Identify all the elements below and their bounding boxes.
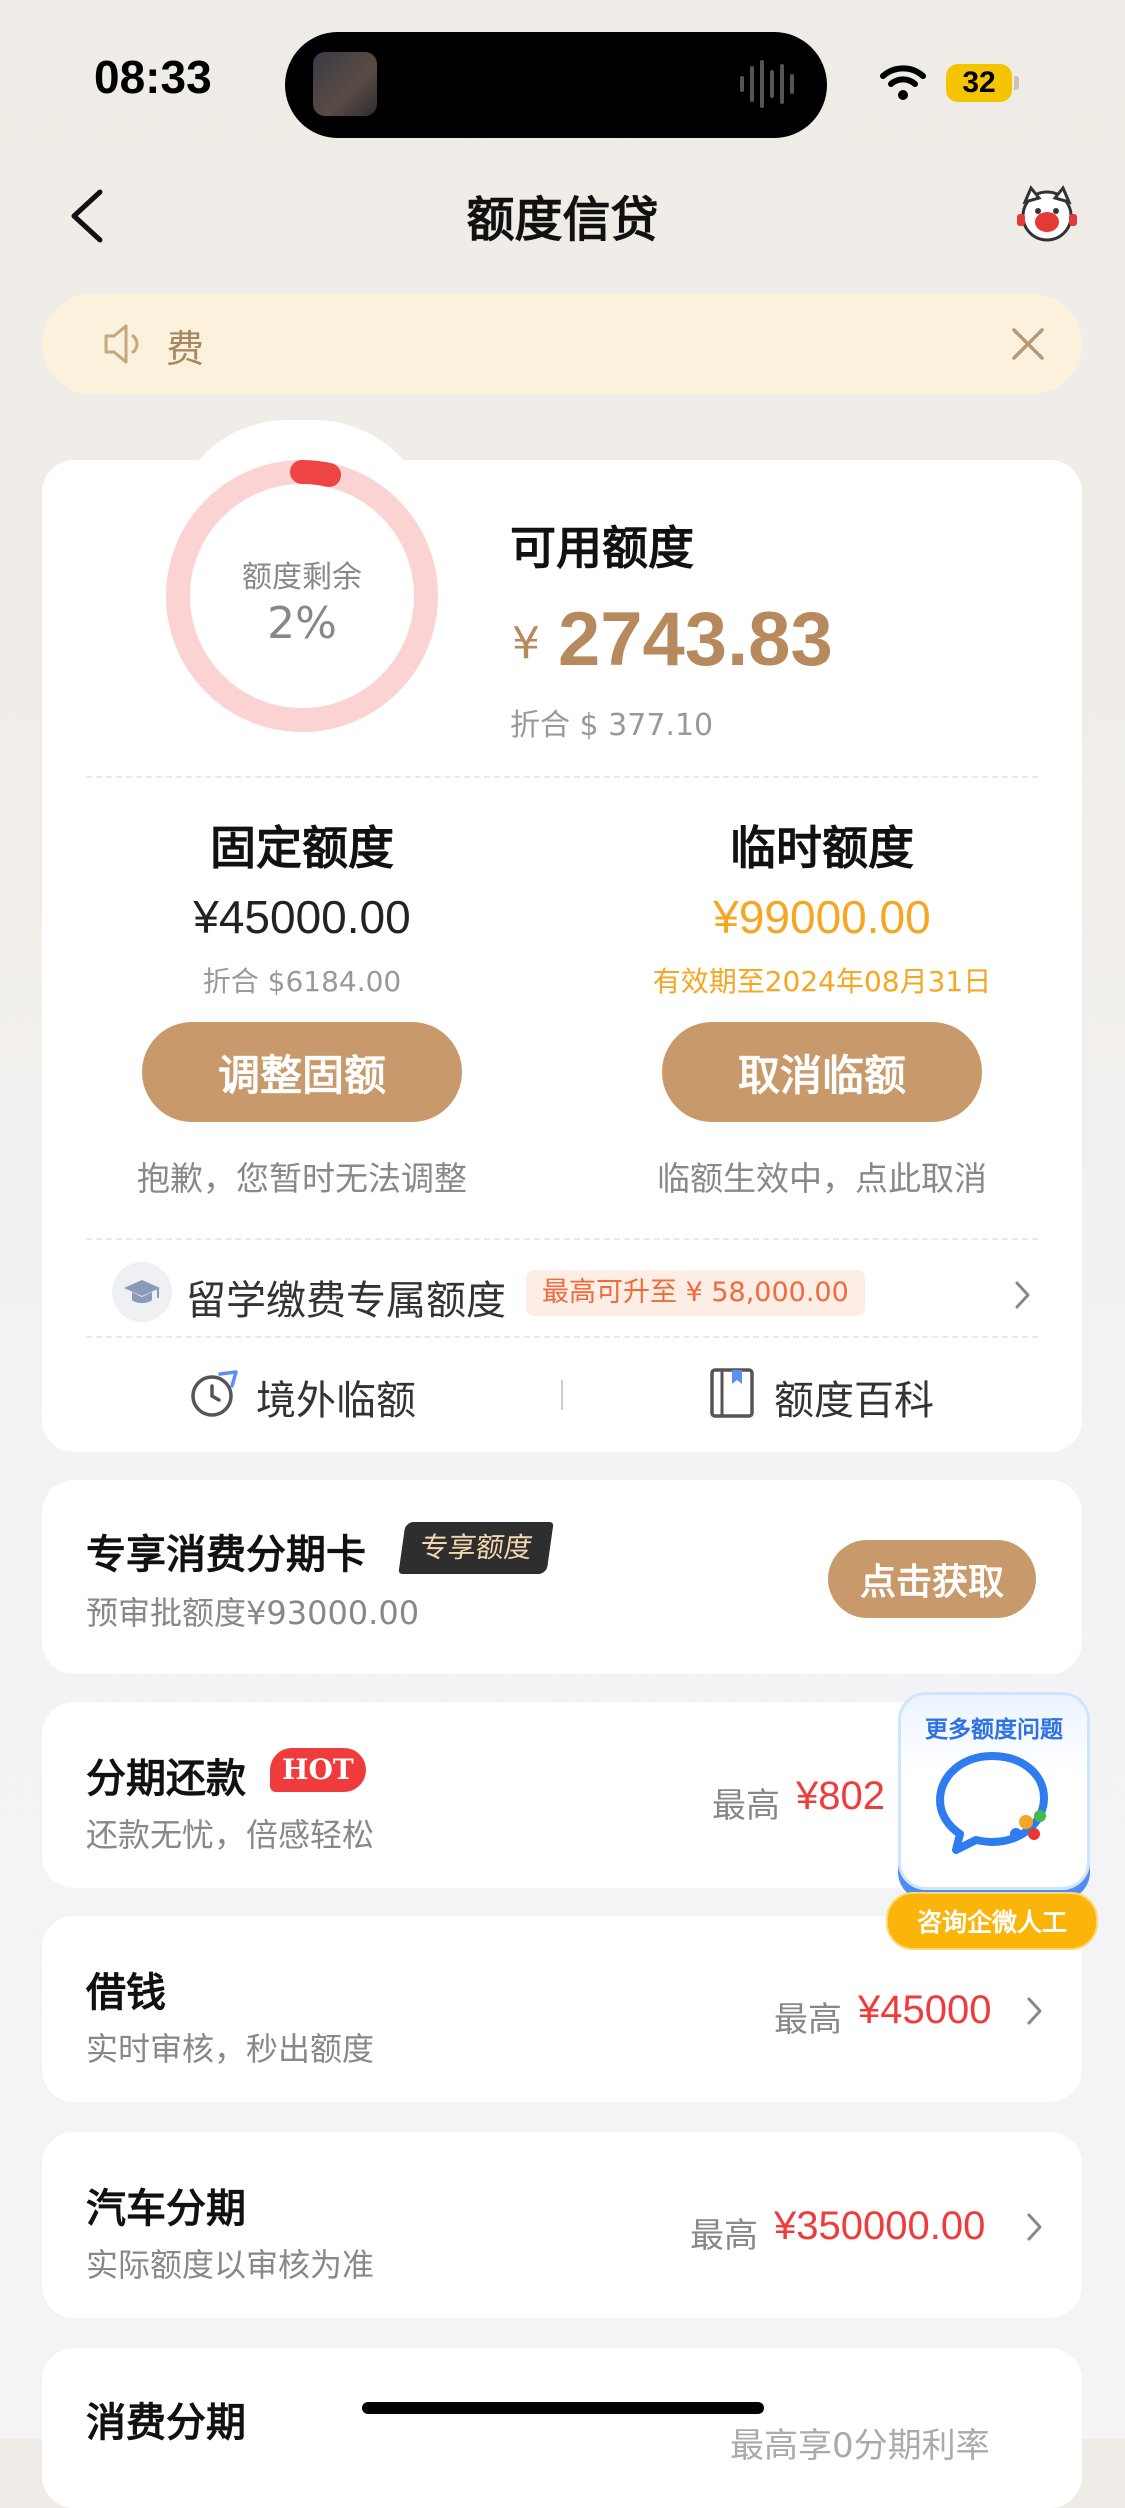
fixed-credit-amount: ¥45000.00: [193, 891, 411, 943]
product-title: 消费分期: [86, 2400, 246, 2446]
mascot-service-icon[interactable]: [1013, 184, 1081, 244]
overseas-clock-icon: [191, 1370, 238, 1417]
tools-separator: [561, 1380, 563, 1410]
product-max-amount: ¥802: [796, 1774, 885, 1818]
chevron-right-icon[interactable]: [1024, 2210, 1046, 2244]
consult-title: 更多额度问题: [925, 1717, 1063, 1743]
page-title: 额度信贷: [466, 192, 659, 248]
temp-credit-validity: 有效期至2024年08月31日: [652, 965, 992, 998]
study-abroad-credit-label[interactable]: 留学缴费专属额度: [186, 1268, 506, 1326]
product-title: 汽车分期: [86, 2186, 246, 2232]
adjust-fixed-button[interactable]: 调整固额: [142, 1022, 462, 1122]
home-indicator[interactable]: [362, 2402, 764, 2414]
hot-badge: HOT: [270, 1748, 366, 1792]
cancel-temp-button[interactable]: 取消临额: [662, 1022, 982, 1122]
product-extra: 最高享0分期利率: [730, 2426, 990, 2466]
available-credit-amount: 2743.83: [558, 597, 833, 682]
available-currency-symbol: ¥: [512, 618, 540, 669]
available-credit-usd: 折合 $ 377.10: [510, 708, 714, 743]
ring-label: 额度剩余: [242, 560, 362, 595]
product-subtitle: 还款无忧，倍感轻松: [86, 1816, 375, 1854]
notice-text: 费: [166, 327, 205, 371]
product-subtitle: 实时审核，秒出额度: [86, 2030, 375, 2068]
battery-indicator: 32: [946, 64, 1012, 102]
book-icon: [710, 1368, 754, 1418]
graduation-cap-icon: [112, 1262, 172, 1322]
exclusive-card-title: 专享消费分期卡: [86, 1532, 366, 1578]
product-title: 分期还款: [86, 1756, 246, 1802]
study-abroad-badge: 最高可升至 ¥ 58,000.00: [526, 1270, 865, 1316]
battery-cap: [1014, 76, 1019, 90]
speaker-icon: [104, 324, 139, 364]
get-exclusive-button[interactable]: 点击获取: [828, 1540, 1036, 1618]
exclusive-credit-tag: 专享额度: [398, 1522, 554, 1574]
exclusive-card-subtitle: 预审批额度¥93000.00: [86, 1594, 420, 1632]
divider: [86, 1336, 1038, 1338]
product-max-prefix: 最高: [774, 2000, 842, 2040]
product-subtitle: 实际额度以审核为准: [86, 2246, 375, 2284]
audio-waveform-icon: [740, 60, 794, 108]
ring-percent: 2%: [267, 598, 337, 649]
consult-wecom-button[interactable]: 咨询企微人工: [886, 1892, 1098, 1950]
divider: [86, 1238, 1038, 1240]
temp-credit-title: 临时额度: [730, 821, 914, 875]
product-max-prefix: 最高: [712, 1786, 780, 1826]
temp-credit-amount: ¥99000.00: [713, 891, 931, 943]
close-icon[interactable]: [1008, 324, 1048, 364]
product-max-amount: ¥45000: [858, 1988, 992, 2032]
temp-credit-note[interactable]: 临额生效中，点此取消: [612, 1152, 1032, 1200]
available-credit-label: 可用额度: [510, 521, 694, 575]
product-max-prefix: 最高: [690, 2216, 758, 2256]
chat-bubble-icon: [936, 1752, 1048, 1854]
remaining-credit-ring: [166, 460, 438, 732]
fixed-credit-usd: 折合 $6184.00: [202, 965, 402, 998]
product-max-amount: ¥350000.00: [774, 2204, 986, 2248]
now-playing-artwork: [313, 52, 377, 116]
product-title: 借钱: [86, 1970, 166, 2016]
divider: [86, 776, 1038, 778]
status-time: 08:33: [94, 51, 212, 103]
overseas-temp-credit-link[interactable]: 境外临额: [256, 1368, 416, 1426]
wifi-icon: [880, 65, 926, 100]
credit-wiki-link[interactable]: 额度百科: [774, 1368, 934, 1426]
chevron-right-icon[interactable]: [1024, 1994, 1046, 2028]
chevron-right-icon[interactable]: [1012, 1278, 1034, 1312]
fixed-credit-title: 固定额度: [210, 821, 394, 875]
fixed-credit-note: 抱歉，您暂时无法调整: [137, 1159, 467, 1198]
